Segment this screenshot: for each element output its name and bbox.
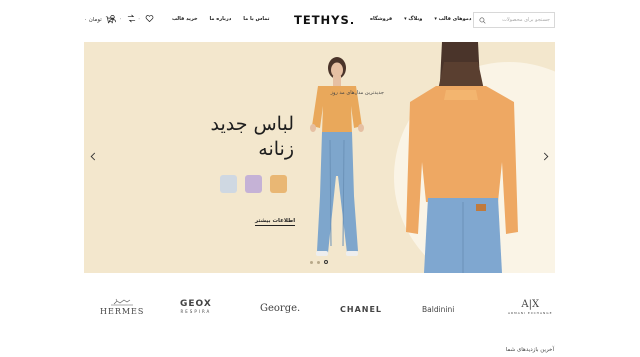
brand-hermes-logo[interactable]: HERMES [100,298,144,316]
site-logo[interactable]: TETHYS [294,13,353,27]
wishlist-count: ۰ [137,15,141,22]
cart-total: ۰ تومان [84,16,102,23]
slider-next-arrow[interactable] [541,150,551,162]
nav-buy-theme[interactable]: خرید قالب [172,16,198,22]
swatch-shirt-2[interactable] [245,175,262,193]
swatch-shirt-3[interactable] [270,175,287,193]
search-box [473,12,555,28]
search-icon[interactable] [478,16,486,25]
brand-baldinini-logo[interactable]: Baldinini [422,305,454,314]
compare-icon[interactable] [127,14,136,23]
hero-model-back-image [406,42,518,273]
nav-about[interactable]: درباره ما [210,16,232,22]
recently-viewed-heading: آخرین بازدیدهای شما [505,347,554,353]
brand-geox-logo[interactable]: GEOX RESPIRA [180,300,212,316]
nav-shop[interactable]: فروشگاه [370,16,392,22]
brand-george-logo[interactable]: George. [260,303,300,314]
search-input[interactable] [486,17,550,23]
slider-dot-active[interactable] [324,260,328,264]
slider-dot[interactable] [317,260,320,264]
hero-subtitle: جدیدترین مدل‌های مد روز [330,90,384,96]
nav-primary: دموهای قالب ▾ وبلاگ ▾ فروشگاه [370,16,471,22]
hero-slider: جدیدترین مدل‌های مد روز لباس جدید زنانه … [84,42,555,273]
slider-pagination [310,260,328,264]
heart-icon[interactable] [145,14,154,23]
brand-armani-exchange-logo[interactable]: A|X ARMANI EXCHANGE [508,300,552,318]
swatch-shirt-1[interactable] [220,175,237,193]
brand-logos: HERMES GEOX RESPIRA George. CHANEL Baldi… [84,296,555,324]
nav-contact[interactable]: تماس با ما [243,16,269,22]
hero-title: لباس جدید زنانه [210,113,294,160]
compare-count: ۰ [119,15,122,22]
user-icon[interactable] [108,14,117,23]
nav-demos[interactable]: دموهای قالب ▾ [434,16,471,22]
hero-model-front-image [310,57,364,256]
color-swatches [220,175,287,193]
slider-dot[interactable] [310,260,313,264]
site-header: ۰ تومان ۰ ۰ خرید قالب درباره ما تماس با … [0,0,640,40]
nav-blog[interactable]: وبلاگ ▾ [404,16,422,22]
hero-more-info-link[interactable]: اطلاعات بیشتر [255,218,296,226]
nav-secondary: خرید قالب درباره ما تماس با ما [172,16,270,22]
brand-chanel-logo[interactable]: CHANEL [340,305,382,314]
slider-prev-arrow[interactable] [88,150,98,162]
